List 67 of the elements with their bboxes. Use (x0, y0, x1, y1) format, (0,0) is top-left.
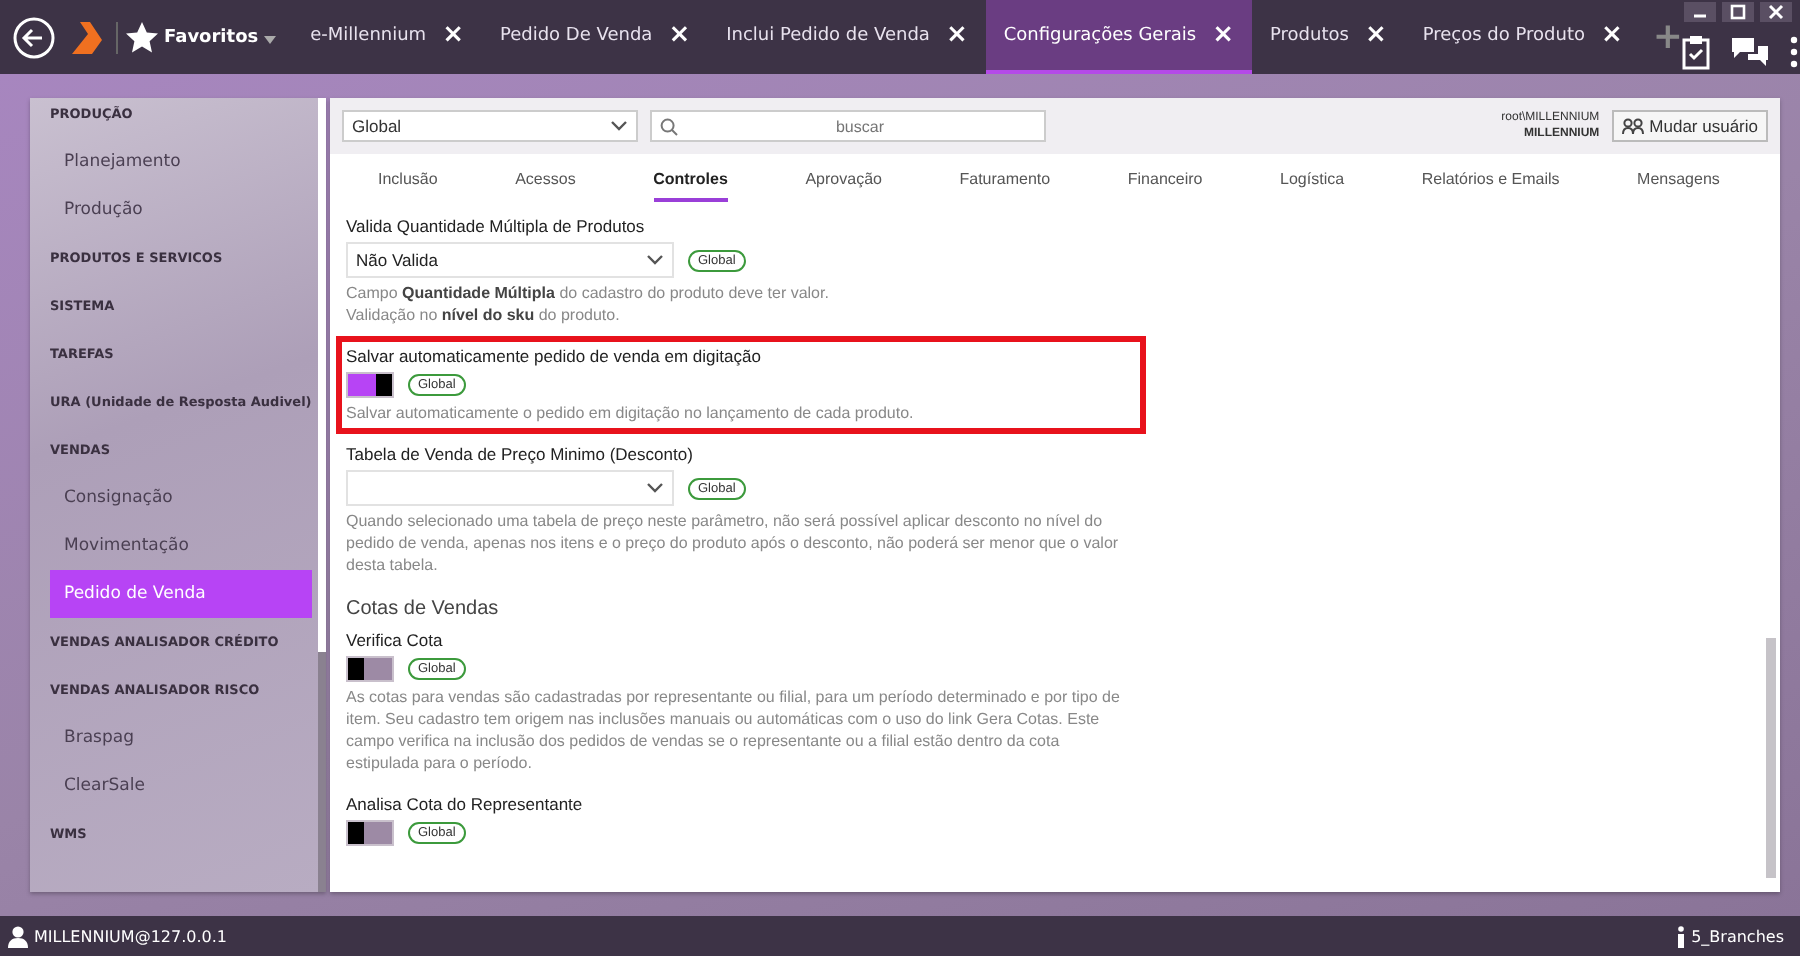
chevron-down-icon (610, 120, 628, 132)
tab[interactable]: Relatórios e Emails (1421, 170, 1560, 202)
tab[interactable]: Produtos × (1252, 0, 1405, 74)
info-icon (1675, 925, 1686, 947)
toggle-switch[interactable] (346, 656, 394, 682)
tab[interactable]: Inclusão (378, 170, 438, 202)
change-user-button[interactable]: Mudar usuário (1611, 110, 1768, 142)
setting-description: Quando selecionado uma tabela de preço neste parâmetro, não será possível aplicar desconto no nível do pedido de venda, apenas nos itens e o preço do produto após o desconto, não poderá ser menor que o valor desta tabela. (346, 510, 1121, 576)
users-icon (1621, 118, 1644, 134)
tab[interactable]: Logística (1280, 170, 1345, 202)
tab[interactable]: Pedido De Venda × (481, 0, 709, 74)
back-button[interactable] (12, 15, 56, 59)
toggle-switch[interactable] (346, 820, 394, 846)
setting-description: Salvar automaticamente o pedido em digitação no lançamento de cada produto. (346, 402, 916, 424)
tab[interactable]: e-Millennium × (292, 0, 482, 74)
scrollbar[interactable] (318, 98, 326, 892)
sidebar-item[interactable]: ClearSale (50, 762, 312, 810)
close-tab-button[interactable]: × (442, 20, 464, 50)
chevron-down-icon (646, 254, 664, 266)
search-field[interactable]: buscar (650, 110, 1046, 142)
chat-icon[interactable] (1730, 35, 1771, 67)
sidebar-item[interactable]: Produção (50, 186, 312, 234)
branches-label: 5_Branches (1691, 927, 1784, 945)
tab[interactable]: Configurações Gerais × (985, 0, 1253, 74)
tab[interactable]: Acessos (515, 170, 576, 202)
scope-dropdown[interactable]: Global (342, 110, 638, 142)
tab[interactable]: Inclui Pedido de Venda × (708, 0, 986, 74)
toggle-switch[interactable] (346, 372, 394, 398)
sidebar-item[interactable]: Movimentação (50, 522, 312, 570)
value-dropdown[interactable]: Não Valida (346, 242, 674, 278)
logo-icon[interactable] (68, 17, 104, 57)
tab[interactable]: Mensagens (1637, 170, 1720, 202)
chevron-down-icon (646, 482, 664, 494)
close-button[interactable] (1760, 2, 1792, 22)
sidebar-item[interactable]: Consignação (50, 474, 312, 522)
setting-label: Tabela de Venda de Preço Minimo (Desconto) (346, 444, 695, 464)
setting-label: Analisa Cota do Representante (346, 794, 585, 814)
tab[interactable]: Aprovação (805, 170, 882, 202)
close-tab-button[interactable]: × (945, 20, 968, 50)
favorites-menu[interactable]: Favoritos (116, 21, 293, 53)
maximize-button[interactable] (1722, 2, 1754, 22)
search-icon (660, 118, 678, 136)
tab[interactable]: Preços do Produto × (1404, 0, 1641, 74)
connection-label: MILLENNIUM@127.0.0.1 (34, 927, 227, 945)
clipboard-icon[interactable] (1682, 33, 1711, 69)
setting-label: Verifica Cota (346, 630, 445, 650)
caret-icon (264, 35, 277, 43)
setting-description: As cotas para vendas são cadastradas por representante ou filial, para um período determinado e por tipo de item. Seu cadastro tem origem nas inclusões manuais ou automáticas com o uso do link Gera Cotas. Este campo verifica na inclusão dos pedidos de vendas se o representante ou a filial estão dentro da cota estipulada para o período. (346, 686, 1122, 774)
minimize-button[interactable] (1684, 2, 1716, 22)
close-tab-button[interactable]: × (1600, 20, 1623, 50)
setting-label: Salvar automaticamente pedido de venda em digitação (346, 346, 763, 366)
star-icon (126, 21, 158, 53)
close-tab-button[interactable]: × (1364, 20, 1387, 50)
sidebar-item[interactable]: Pedido de Venda (50, 570, 312, 618)
close-tab-button[interactable]: × (1212, 20, 1235, 50)
setting-description: Campo Quantidade Múltipla do cadastro do produto deve ter valor. Validação no nível do sku do produto. (346, 282, 831, 326)
tab[interactable]: Faturamento (959, 170, 1051, 202)
user-icon (8, 925, 28, 947)
scrollbar[interactable] (1766, 638, 1776, 878)
section-heading: Cotas de Vendas (346, 596, 501, 620)
close-tab-button[interactable]: × (668, 20, 691, 50)
setting-label: Valida Quantidade Múltipla de Produtos (346, 216, 647, 236)
sidebar-item[interactable]: Planejamento (50, 138, 312, 186)
tab[interactable]: Financeiro (1127, 170, 1203, 202)
more-options-icon[interactable] (1790, 35, 1799, 67)
sidebar-item[interactable]: Braspag (50, 714, 312, 762)
tab[interactable]: Controles (653, 170, 728, 202)
